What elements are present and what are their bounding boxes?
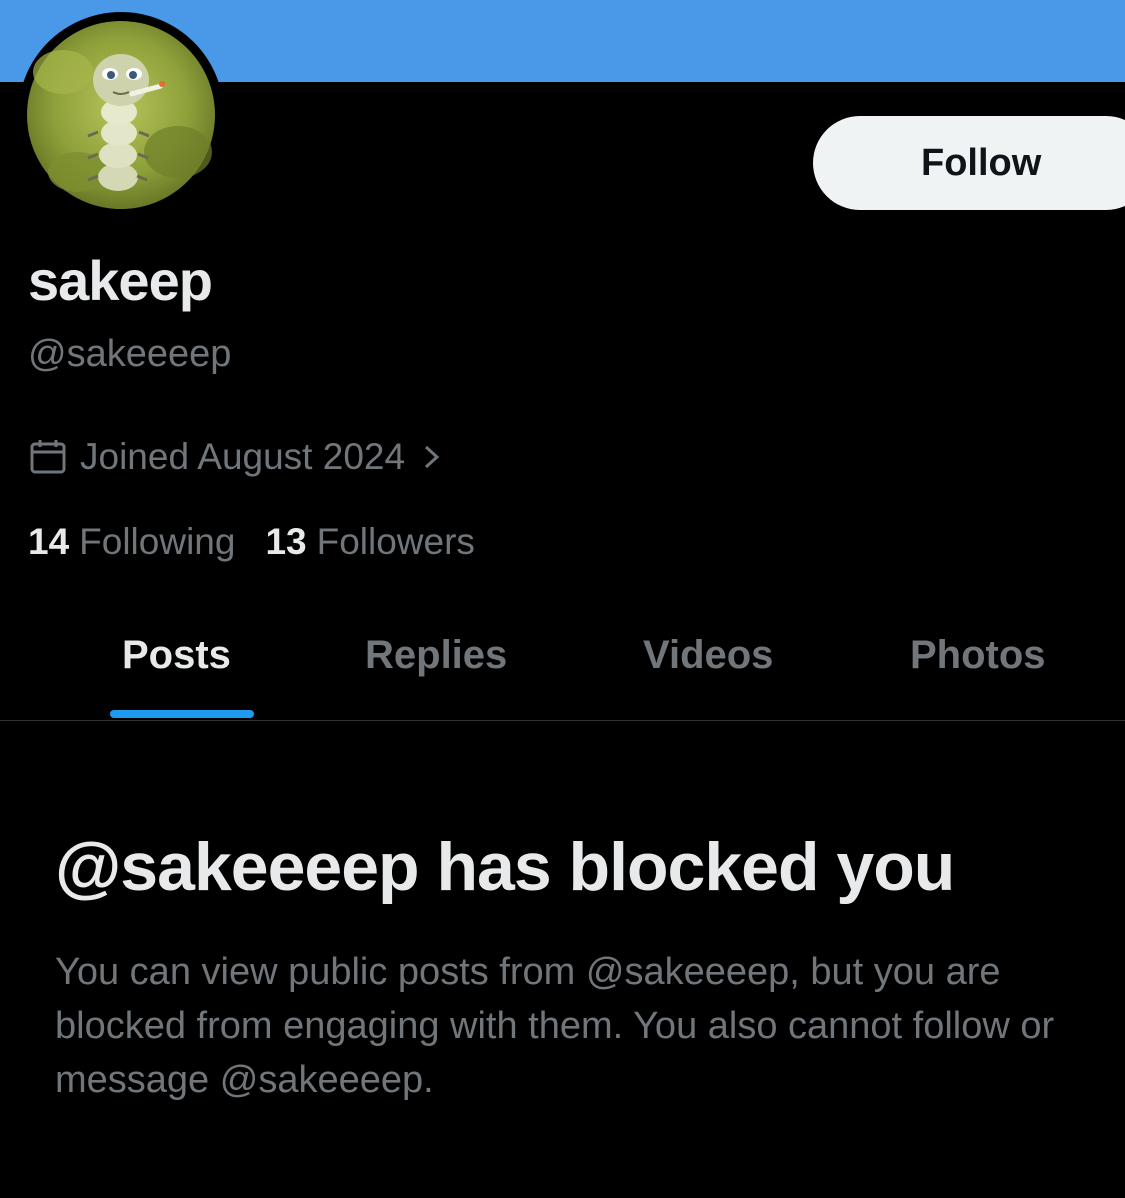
handle: @sakeeeep — [28, 333, 232, 375]
profile-tabs: Posts Replies Videos Photos — [0, 600, 1125, 721]
avatar-image — [27, 21, 215, 209]
tab-posts[interactable]: Posts — [122, 630, 231, 680]
display-name: sakeep — [28, 249, 213, 312]
joined-date-row[interactable]: Joined August 2024 — [28, 432, 443, 482]
tab-replies[interactable]: Replies — [365, 630, 507, 680]
following-label: Following — [79, 521, 236, 562]
follow-button[interactable]: Follow — [813, 116, 1125, 210]
joined-date-text: Joined August 2024 — [80, 436, 406, 477]
blocked-title: @sakeeeep has blocked you — [55, 829, 955, 905]
avatar[interactable] — [18, 12, 224, 218]
following-link[interactable]: 14 Following — [28, 521, 235, 563]
followers-label: Followers — [316, 521, 475, 562]
tab-videos[interactable]: Videos — [643, 630, 773, 680]
profile-page: Follow sakeep @sakeeeep Joined August 20… — [0, 0, 1125, 1198]
blocked-description: You can view public posts from @sakeeeep… — [55, 951, 1055, 1101]
follow-stats: 14 Following 13 Followers — [28, 517, 475, 567]
tab-photos[interactable]: Photos — [910, 630, 1046, 680]
chevron-right-icon — [421, 442, 443, 472]
followers-link[interactable]: 13 Followers — [265, 521, 474, 563]
active-tab-indicator — [110, 710, 254, 718]
following-count: 14 — [28, 521, 70, 562]
followers-count: 13 — [265, 521, 307, 562]
calendar-icon — [28, 437, 68, 477]
